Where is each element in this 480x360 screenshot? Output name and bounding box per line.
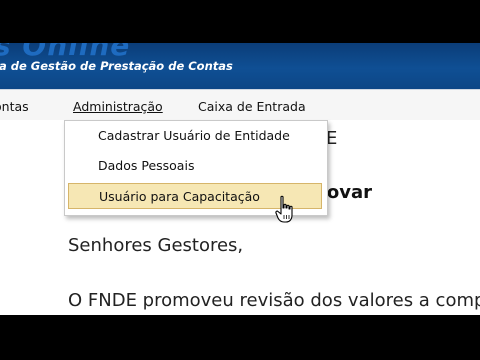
menu-item-caixa-de-entrada[interactable]: Caixa de Entrada <box>198 99 306 114</box>
dropdown-item-cadastrar-usuario[interactable]: Cadastrar Usuário de Entidade <box>68 123 322 149</box>
browser-page: s Online a de Gestão de Prestação de Con… <box>0 43 480 315</box>
menu-item-contas[interactable]: ontas <box>0 99 29 114</box>
body-paragraph: O FNDE promoveu revisão dos valores a co… <box>68 290 480 311</box>
main-menubar: ontas Administração Caixa de Entrada <box>0 89 480 121</box>
site-banner: s Online a de Gestão de Prestação de Con… <box>0 43 480 89</box>
screen: { "banner": { "logo_text": "s Online", "… <box>0 0 480 360</box>
greeting-text: Senhores Gestores, <box>68 235 244 256</box>
menu-item-administracao[interactable]: Administração <box>73 99 163 114</box>
hand-pointer-cursor-icon <box>275 195 293 223</box>
dropdown-item-dados-pessoais[interactable]: Dados Pessoais <box>68 153 322 179</box>
site-subtitle: a de Gestão de Prestação de Contas <box>0 59 233 73</box>
